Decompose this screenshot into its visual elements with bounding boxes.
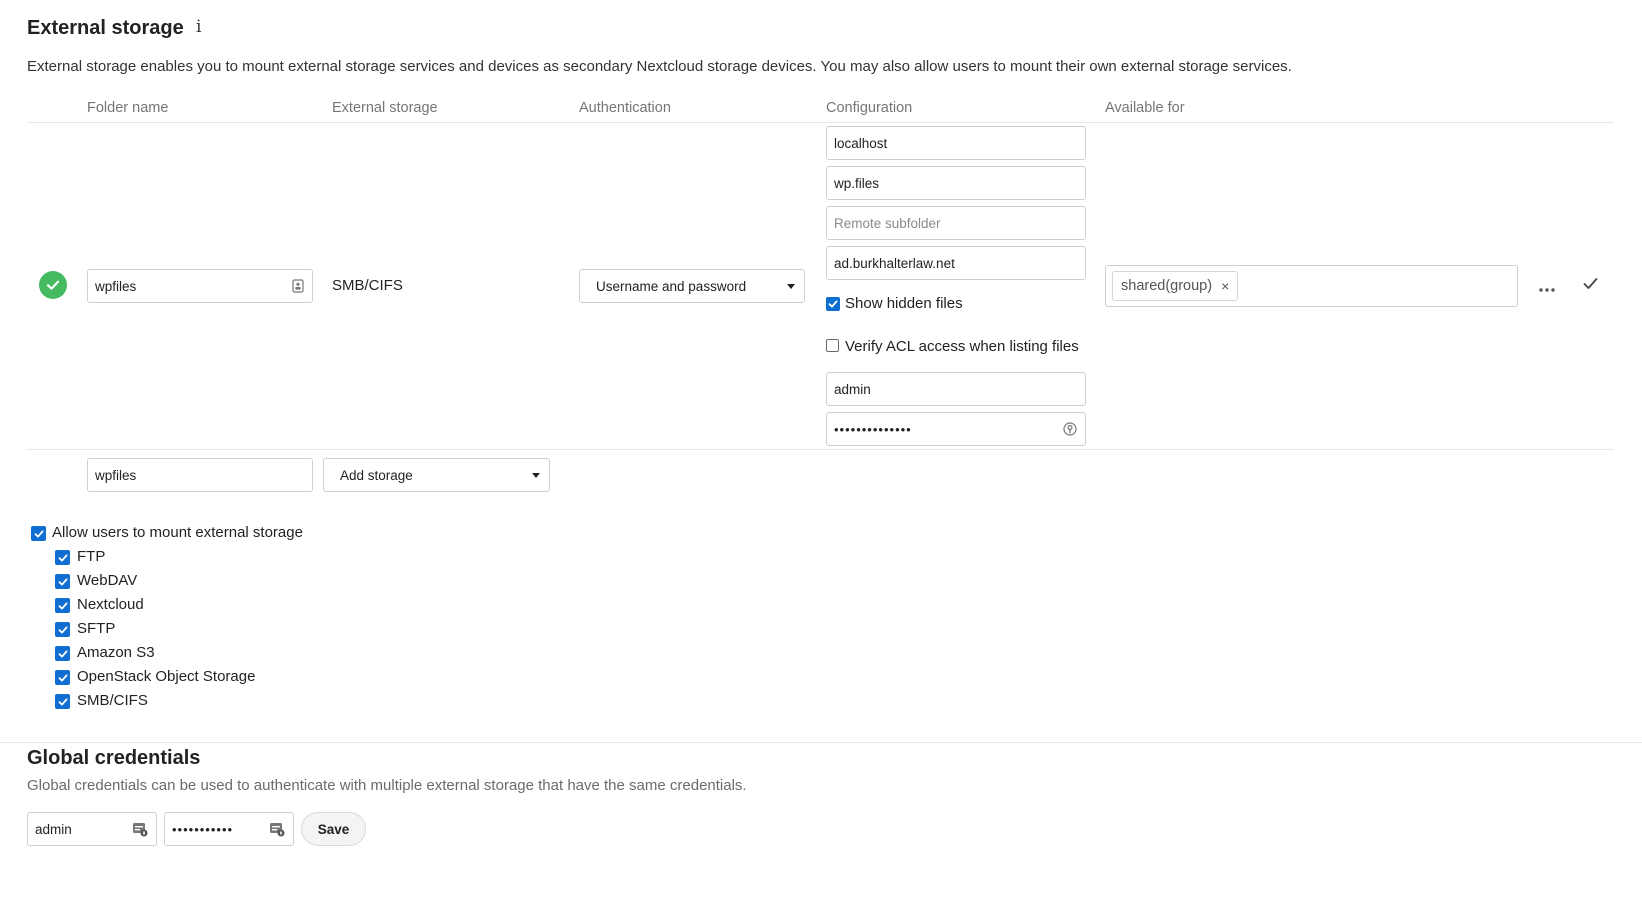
chevron-down-icon [787, 284, 795, 289]
backend-checkbox-sftp[interactable] [55, 622, 70, 637]
add-storage-select[interactable]: Add storage [323, 458, 550, 492]
verify-acl-checkbox[interactable] [826, 339, 839, 352]
remove-tag-icon[interactable]: × [1221, 278, 1229, 294]
config-domain-input[interactable]: ad.burkhalterlaw.net [826, 246, 1086, 280]
backend-label-nextcloud: Nextcloud [77, 596, 144, 613]
password-manager-icon[interactable] [269, 821, 285, 837]
column-available-for: Available for [1105, 100, 1185, 116]
config-share-value: wp.files [834, 175, 880, 191]
save-mount-check-icon[interactable] [1583, 277, 1598, 295]
key-icon[interactable] [1063, 422, 1077, 436]
mount-backend: SMB/CIFS [332, 277, 403, 294]
config-remote-subfolder-placeholder: Remote subfolder [834, 215, 941, 231]
config-remote-subfolder-input[interactable]: Remote subfolder [826, 206, 1086, 240]
config-user-value: admin [834, 381, 871, 397]
config-share-input[interactable]: wp.files [826, 166, 1086, 200]
backend-label-ftp: FTP [77, 548, 106, 565]
section-divider [0, 742, 1642, 743]
column-authentication: Authentication [579, 100, 671, 116]
contact-card-icon [292, 279, 304, 293]
external-storage-description: External storage enables you to mount ex… [27, 58, 1292, 75]
backend-checkbox-webdav[interactable] [55, 574, 70, 589]
mount-folder-name-value: wpfiles [95, 278, 137, 294]
global-password-input[interactable]: ••••••••••• [164, 812, 294, 846]
external-storage-title: External storage [27, 17, 184, 39]
global-credentials-title: Global credentials [27, 747, 201, 769]
backend-checkbox-nextcloud[interactable] [55, 598, 70, 613]
backend-checkbox-openstack[interactable] [55, 670, 70, 685]
backend-checkbox-ftp[interactable] [55, 550, 70, 565]
save-button[interactable]: Save [301, 812, 366, 846]
config-user-input[interactable]: admin [826, 372, 1086, 406]
check-circle-icon [39, 271, 67, 299]
global-user-value: admin [35, 821, 72, 837]
verify-acl-label: Verify ACL access when listing files [845, 338, 1079, 355]
backend-label-webdav: WebDAV [77, 572, 138, 589]
backend-label-sftp: SFTP [77, 620, 116, 637]
header-divider [27, 122, 1614, 123]
config-host-value: localhost [834, 135, 888, 151]
global-user-input[interactable]: admin [27, 812, 157, 846]
password-manager-icon[interactable] [132, 821, 148, 837]
allow-user-mounts-label: Allow users to mount external storage [52, 524, 303, 541]
more-options-icon[interactable] [1538, 280, 1556, 298]
backend-label-amazon-s3: Amazon S3 [77, 644, 155, 661]
info-icon[interactable]: i [196, 17, 201, 37]
allow-user-mounts-checkbox[interactable] [31, 526, 46, 541]
backend-checkbox-amazon-s3[interactable] [55, 646, 70, 661]
add-storage-label: Add storage [340, 467, 413, 483]
column-configuration: Configuration [826, 100, 913, 116]
mount-folder-name-input[interactable]: wpfiles [87, 269, 313, 303]
group-tag-label: shared(group) [1121, 278, 1213, 294]
group-tag[interactable]: shared(group) × [1112, 271, 1239, 301]
config-host-input[interactable]: localhost [826, 126, 1086, 160]
new-folder-name-value: wpfiles [95, 467, 137, 483]
show-hidden-files-checkbox[interactable] [826, 297, 840, 311]
chevron-down-icon [532, 473, 540, 478]
available-for-multiselect[interactable]: shared(group) × [1105, 265, 1518, 307]
new-folder-name-input[interactable]: wpfiles [87, 458, 313, 492]
config-password-input[interactable]: •••••••••••••• [826, 412, 1086, 446]
global-password-value: ••••••••••• [172, 821, 234, 837]
backend-checkbox-smb-cifs[interactable] [55, 694, 70, 709]
authentication-select[interactable]: Username and password [579, 269, 805, 303]
config-password-value: •••••••••••••• [834, 421, 912, 437]
show-hidden-files-label: Show hidden files [845, 295, 963, 312]
authentication-value: Username and password [596, 278, 747, 294]
config-domain-value: ad.burkhalterlaw.net [834, 255, 955, 271]
backend-label-openstack: OpenStack Object Storage [77, 668, 256, 685]
row-divider [27, 449, 1614, 450]
column-folder-name: Folder name [87, 100, 169, 116]
global-credentials-description: Global credentials can be used to authen… [27, 777, 747, 794]
column-external-storage: External storage [332, 100, 438, 116]
backend-label-smb-cifs: SMB/CIFS [77, 692, 148, 709]
